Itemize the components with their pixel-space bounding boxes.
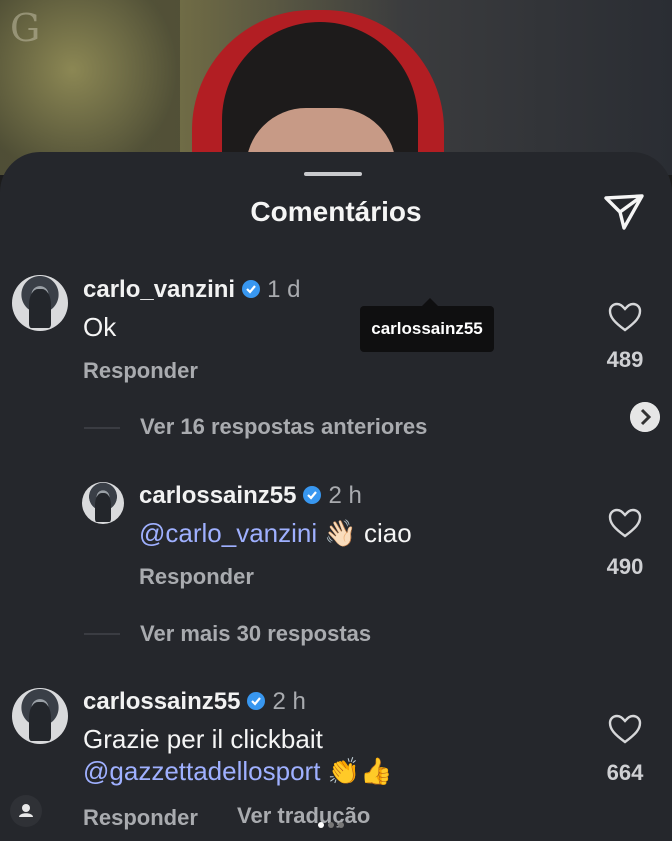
share-icon[interactable]: [602, 190, 646, 234]
comment-text: Ok: [83, 312, 117, 342]
avatar-carlossainz55[interactable]: [82, 482, 124, 524]
comment-text: @carlo_vanzini 👋🏻 ciao: [139, 518, 412, 549]
avatar-carlossainz55[interactable]: [12, 688, 68, 744]
sheet-title: Comentários: [250, 196, 422, 227]
reply-button[interactable]: Responder: [83, 805, 198, 831]
comment-text-line2: @gazzettadellosport 👏👍: [83, 756, 392, 787]
verified-badge-icon: [247, 692, 266, 710]
like-count: 490: [606, 554, 644, 579]
comment-text: Grazie per il clickbait: [83, 724, 323, 754]
page-dot: [318, 822, 324, 828]
comment-time: 2 h: [328, 482, 362, 509]
comment-username[interactable]: carlossainz55 2 h: [139, 482, 362, 510]
translate-button[interactable]: Ver tradução: [237, 803, 370, 829]
heart-icon[interactable]: [608, 508, 642, 538]
avatar-carlo-vanzini[interactable]: [12, 275, 68, 331]
mention-link[interactable]: @gazzettadellosport: [83, 756, 320, 786]
mention-link[interactable]: @carlo_vanzini: [139, 518, 317, 548]
wave-emoji: 👋🏻: [324, 518, 357, 548]
profile-chip[interactable]: [10, 795, 42, 827]
view-previous-replies[interactable]: Ver 16 respostas anteriores: [140, 414, 427, 440]
page-dot: [338, 822, 344, 828]
reply-button[interactable]: Responder: [83, 358, 198, 384]
username-tooltip: carlossainz55: [360, 298, 494, 352]
comment-body: ciao: [363, 518, 412, 548]
view-more-replies[interactable]: Ver mais 30 respostas: [140, 621, 371, 647]
post-photo: G: [0, 0, 672, 175]
like-count: 664: [606, 760, 644, 785]
comment-time: 1 d: [267, 276, 301, 303]
reply-button[interactable]: Responder: [139, 564, 254, 590]
user-icon: [19, 804, 33, 817]
heart-icon[interactable]: [608, 302, 642, 332]
verified-badge-icon: [242, 280, 261, 298]
like-count: 489: [606, 347, 644, 372]
clap-thumbs-emoji: 👏👍: [327, 756, 393, 786]
comment-username[interactable]: carlo_vanzini 1 d: [83, 276, 300, 304]
comment-time: 2 h: [272, 688, 306, 715]
verified-badge-icon: [303, 486, 322, 504]
thread-divider: [84, 633, 120, 635]
page-dot: [328, 822, 334, 828]
photo-glyph: G: [10, 6, 41, 50]
page-indicator: [318, 815, 348, 833]
heart-icon[interactable]: [608, 714, 642, 744]
comment-username[interactable]: carlossainz55 2 h: [83, 688, 306, 716]
drag-handle[interactable]: [304, 172, 362, 176]
chevron-right-icon[interactable]: [630, 402, 660, 432]
thread-divider: [84, 427, 120, 429]
